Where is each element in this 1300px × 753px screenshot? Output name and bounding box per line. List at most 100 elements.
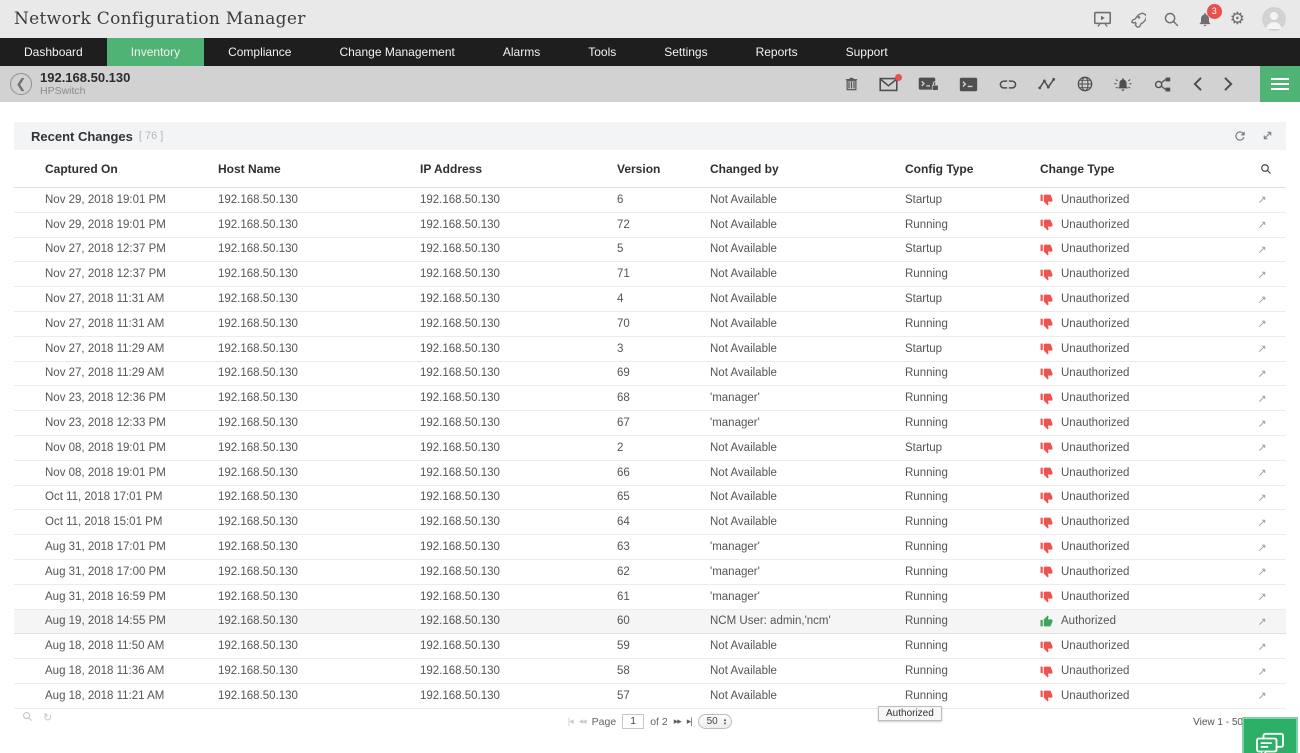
back-button[interactable]: ❮ (10, 73, 32, 95)
topology-icon[interactable] (1153, 76, 1172, 93)
nav-tab-reports[interactable]: Reports (732, 38, 822, 66)
table-row[interactable]: Nov 08, 2018 19:01 PM 192.168.50.130 192… (14, 436, 1286, 461)
prev-chevron-icon[interactable] (1192, 76, 1203, 92)
diff-icon[interactable] (1257, 418, 1268, 429)
thumb-icon (1040, 317, 1053, 330)
column-header[interactable]: Config Type (905, 162, 1040, 176)
nav-tab-settings[interactable]: Settings (640, 38, 731, 66)
column-header[interactable]: Changed by (710, 162, 905, 176)
search-icon[interactable] (1163, 11, 1180, 28)
table-row[interactable]: Aug 31, 2018 16:59 PM 192.168.50.130 192… (14, 585, 1286, 610)
footer-refresh-icon[interactable]: ↻ (43, 711, 52, 724)
table-row[interactable]: Nov 23, 2018 12:36 PM 192.168.50.130 192… (14, 386, 1286, 411)
table-row[interactable]: Aug 19, 2018 14:55 PM 192.168.50.130 192… (14, 610, 1286, 635)
globe-icon[interactable] (1077, 76, 1093, 92)
diff-icon[interactable] (1257, 219, 1268, 230)
terminal-icon[interactable] (959, 77, 978, 92)
diff-icon[interactable] (1257, 343, 1268, 354)
prev-page-button[interactable]: ◂◂ (579, 716, 586, 727)
table-row[interactable]: Nov 27, 2018 11:29 AM 192.168.50.130 192… (14, 337, 1286, 362)
config-type-cell: Startup (905, 442, 1040, 454)
version-cell: 66 (617, 467, 710, 479)
change-type-label: Unauthorized (1061, 591, 1129, 603)
page-size-select[interactable]: 50 ▴▾ (698, 714, 733, 729)
terminal-lock-icon[interactable] (918, 76, 939, 92)
table-row[interactable]: Nov 08, 2018 19:01 PM 192.168.50.130 192… (14, 461, 1286, 486)
diff-icon[interactable] (1257, 269, 1268, 280)
diff-icon[interactable] (1257, 318, 1268, 329)
nav-tab-change-management[interactable]: Change Management (315, 38, 478, 66)
table-row[interactable]: Nov 27, 2018 12:37 PM 192.168.50.130 192… (14, 262, 1286, 287)
diff-icon[interactable] (1257, 467, 1268, 478)
device-ip: 192.168.50.130 (40, 71, 130, 85)
table-row[interactable]: Aug 18, 2018 11:36 AM 192.168.50.130 192… (14, 659, 1286, 684)
ip-address-cell: 192.168.50.130 (420, 194, 617, 206)
captured-on-cell: Nov 23, 2018 12:36 PM (45, 392, 218, 404)
activity-icon[interactable] (1038, 77, 1057, 91)
link-icon[interactable] (998, 78, 1018, 91)
nav-tab-alarms[interactable]: Alarms (479, 38, 564, 66)
column-header[interactable]: Host Name (218, 162, 420, 176)
column-header[interactable]: IP Address (420, 162, 617, 176)
table-row[interactable]: Nov 23, 2018 12:33 PM 192.168.50.130 192… (14, 411, 1286, 436)
next-chevron-icon[interactable] (1223, 76, 1234, 92)
table-row[interactable]: Aug 18, 2018 11:50 AM 192.168.50.130 192… (14, 634, 1286, 659)
refresh-icon[interactable] (1233, 129, 1247, 143)
page-input[interactable] (622, 714, 644, 729)
column-header[interactable]: Version (617, 162, 710, 176)
table-row[interactable]: Nov 27, 2018 11:31 AM 192.168.50.130 192… (14, 287, 1286, 312)
table-search-icon[interactable] (1260, 163, 1272, 175)
diff-icon[interactable] (1257, 690, 1268, 701)
table-row[interactable]: Nov 29, 2018 19:01 PM 192.168.50.130 192… (14, 188, 1286, 213)
diff-icon[interactable] (1257, 566, 1268, 577)
presentation-icon[interactable] (1093, 11, 1112, 28)
nav-tab-tools[interactable]: Tools (564, 38, 640, 66)
diff-icon[interactable] (1257, 244, 1268, 255)
column-header[interactable]: Captured On (45, 162, 218, 176)
diff-icon[interactable] (1257, 641, 1268, 652)
diff-icon[interactable] (1257, 616, 1268, 627)
notifications-icon[interactable]: 3 (1197, 11, 1213, 28)
diff-icon[interactable] (1257, 368, 1268, 379)
table-row[interactable]: Nov 27, 2018 11:29 AM 192.168.50.130 192… (14, 362, 1286, 387)
nav-tab-support[interactable]: Support (822, 38, 912, 66)
diff-icon[interactable] (1257, 442, 1268, 453)
ip-address-cell: 192.168.50.130 (420, 219, 617, 231)
diff-icon[interactable] (1257, 294, 1268, 305)
table-row[interactable]: Aug 31, 2018 17:00 PM 192.168.50.130 192… (14, 560, 1286, 585)
table-row[interactable]: Oct 11, 2018 17:01 PM 192.168.50.130 192… (14, 486, 1286, 511)
diff-icon[interactable] (1257, 492, 1268, 503)
nav-tab-inventory[interactable]: Inventory (107, 38, 204, 66)
column-header[interactable]: Change Type (1040, 162, 1235, 176)
table-row[interactable]: Nov 27, 2018 12:37 PM 192.168.50.130 192… (14, 238, 1286, 263)
table-row[interactable]: Oct 11, 2018 15:01 PM 192.168.50.130 192… (14, 510, 1286, 535)
first-page-button[interactable]: |◂ (568, 716, 573, 727)
ip-address-cell: 192.168.50.130 (420, 268, 617, 280)
menu-button[interactable] (1260, 66, 1300, 102)
nav-tab-compliance[interactable]: Compliance (204, 38, 315, 66)
diff-icon[interactable] (1257, 393, 1268, 404)
nav-tab-dashboard[interactable]: Dashboard (0, 38, 107, 66)
diff-icon[interactable] (1257, 542, 1268, 553)
expand-icon[interactable] (1261, 129, 1274, 143)
settings-icon[interactable]: ⚙ (1230, 9, 1245, 29)
table-row[interactable]: Nov 27, 2018 11:31 AM 192.168.50.130 192… (14, 312, 1286, 337)
footer-search-icon[interactable] (22, 711, 33, 724)
host-name-cell: 192.168.50.130 (218, 640, 420, 652)
diff-icon[interactable] (1257, 666, 1268, 677)
change-type-cell: Unauthorized (1040, 640, 1235, 653)
mail-icon[interactable] (879, 77, 898, 92)
table-row[interactable]: Nov 29, 2018 19:01 PM 192.168.50.130 192… (14, 213, 1286, 238)
trash-icon[interactable] (844, 76, 859, 92)
avatar[interactable] (1262, 7, 1286, 31)
chat-button[interactable] (1242, 717, 1298, 753)
rocket-icon[interactable] (1129, 11, 1146, 28)
last-page-button[interactable]: ▸| (687, 716, 692, 727)
diff-icon[interactable] (1257, 517, 1268, 528)
diff-icon[interactable] (1257, 591, 1268, 602)
table-row[interactable]: Aug 18, 2018 11:21 AM 192.168.50.130 192… (14, 684, 1286, 709)
alarm-icon[interactable] (1113, 76, 1133, 93)
table-row[interactable]: Aug 31, 2018 17:01 PM 192.168.50.130 192… (14, 535, 1286, 560)
next-page-button[interactable]: ▸▸ (674, 716, 681, 727)
diff-icon[interactable] (1257, 194, 1268, 205)
